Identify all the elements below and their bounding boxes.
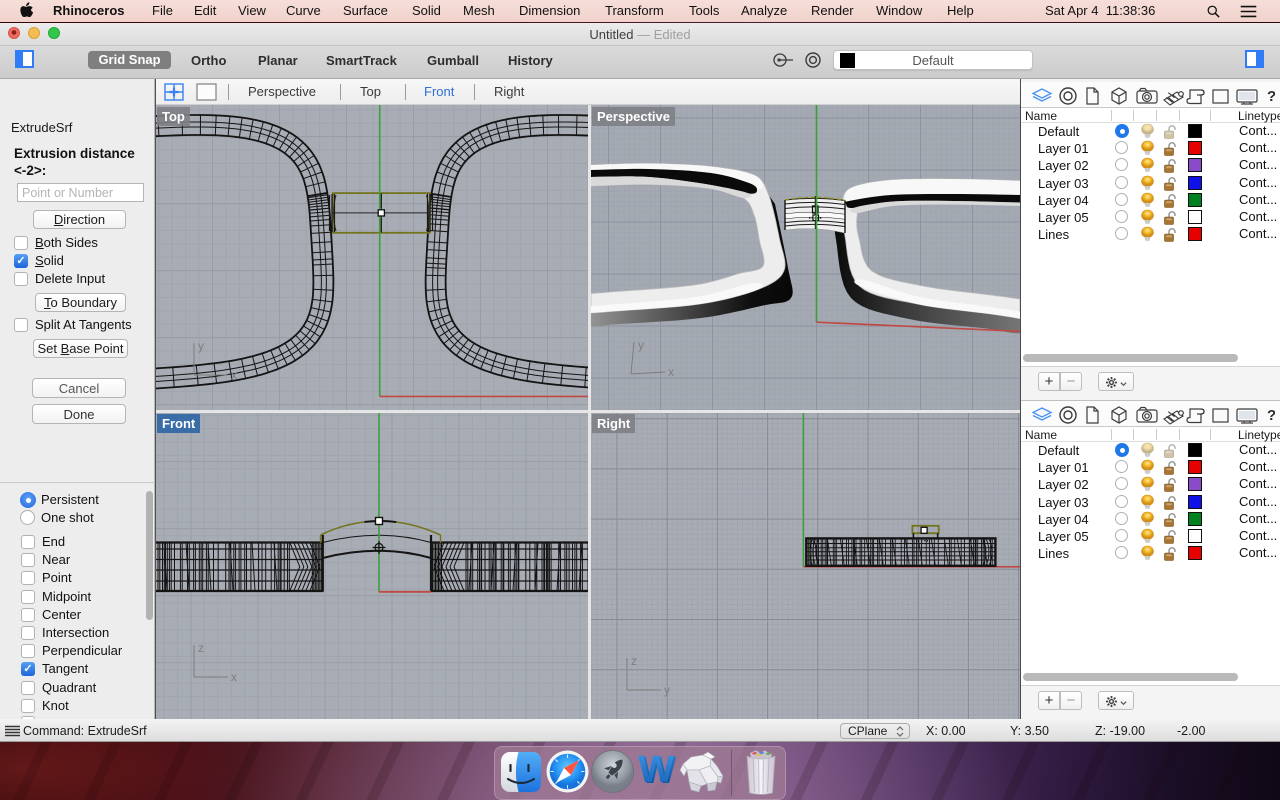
svg-text:z: z <box>631 654 637 668</box>
svg-text:x: x <box>231 670 237 684</box>
svg-text:y: y <box>198 339 204 353</box>
svg-text:y: y <box>638 338 644 352</box>
svg-text:x: x <box>668 365 674 379</box>
svg-text:W: W <box>638 749 674 791</box>
svg-text:z: z <box>198 641 204 655</box>
svg-text:?: ? <box>1267 407 1275 424</box>
svg-text:y: y <box>664 683 670 697</box>
svg-text:?: ? <box>1267 88 1275 105</box>
svg-text:x: x <box>231 368 237 382</box>
